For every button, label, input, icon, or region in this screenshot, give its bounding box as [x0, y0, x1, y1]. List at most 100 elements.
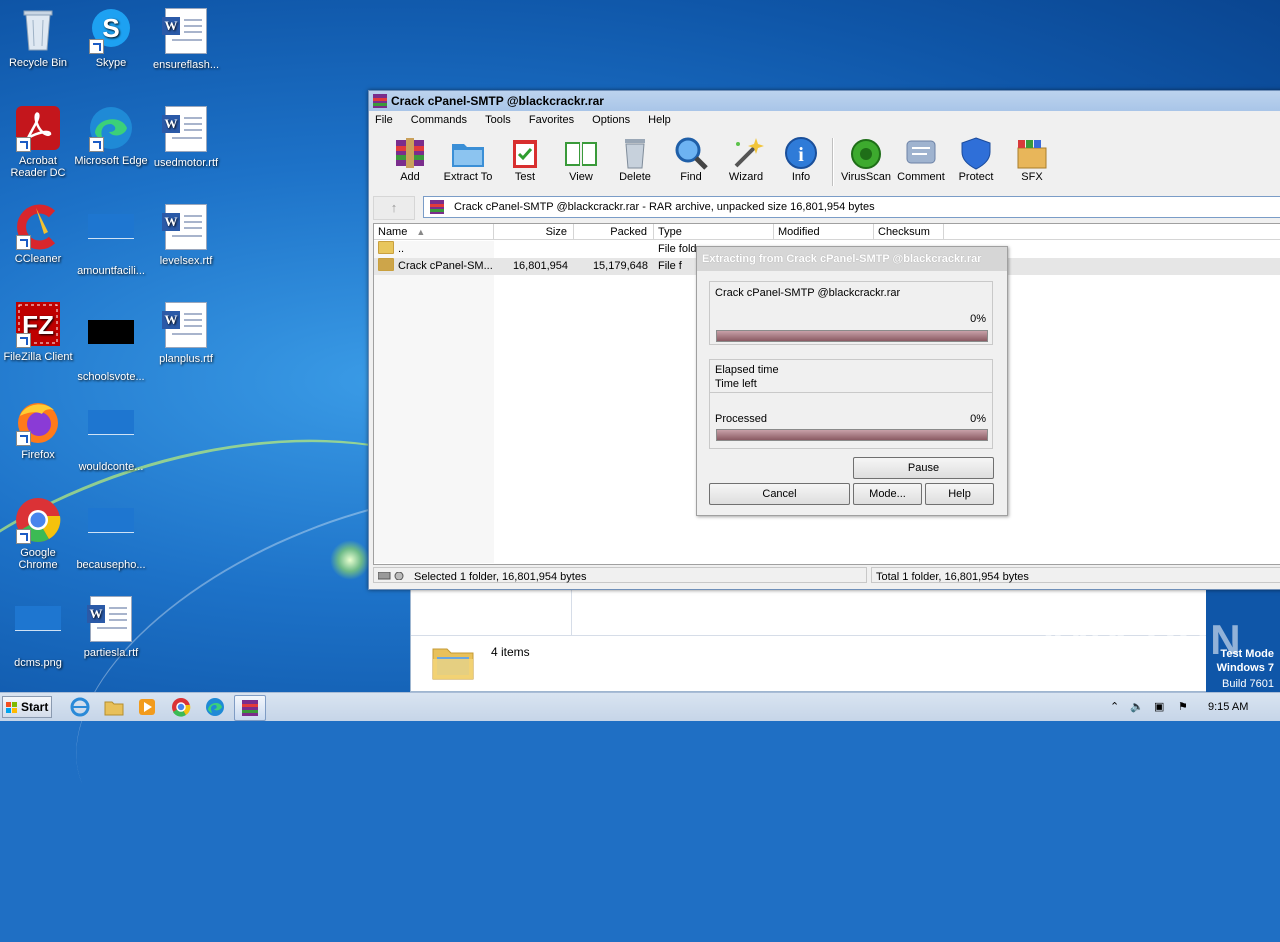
word-doc-icon: W — [87, 596, 135, 644]
clock[interactable]: 9:15 AM — [1208, 693, 1248, 721]
extract-progress-dialog: Extracting from Crack cPanel-SMTP @black… — [696, 246, 1008, 516]
shortcut-arrow-icon — [89, 137, 104, 152]
explorer-folder-icon[interactable] — [104, 697, 124, 717]
column-header-type[interactable]: Type — [654, 224, 774, 240]
toolbar-label: Extract To — [443, 171, 493, 183]
desktop-icon-label: amountfacili... — [77, 265, 145, 277]
window-title: Crack cPanel-SMTP @blackcrackr.rar — [391, 94, 604, 108]
desktop-icon-chrome[interactable]: Google Chrome — [0, 496, 76, 571]
desktop-icon-label: Google Chrome — [18, 547, 58, 571]
desktop-icon-filezilla[interactable]: FZ FileZilla Client — [0, 300, 76, 363]
folder-icon — [378, 258, 394, 271]
toolbar-view-button[interactable]: View — [553, 136, 609, 183]
extract-folder-icon — [450, 136, 486, 170]
desktop-icon-becausepho[interactable]: becausepho... — [73, 496, 149, 571]
chrome-taskbar-icon[interactable] — [171, 697, 191, 717]
column-label: Name — [378, 226, 408, 238]
word-doc-icon: W — [162, 302, 210, 350]
help-button[interactable]: Help — [925, 483, 994, 505]
action-center-flag-icon[interactable]: ⚑ — [1178, 693, 1188, 721]
desktop-icon-label: CCleaner — [14, 253, 62, 265]
up-folder-button[interactable]: ↑ — [373, 196, 415, 220]
column-header-size[interactable]: Size — [494, 224, 574, 240]
status-left: Selected 1 folder, 16,801,954 bytes — [373, 567, 867, 583]
firefox-icon — [14, 398, 62, 446]
filezilla-icon: FZ — [14, 300, 62, 348]
menu-options[interactable]: Options — [590, 114, 632, 126]
toolbar-protect-button[interactable]: Protect — [948, 136, 1004, 183]
toolbar-add-button[interactable]: Add — [382, 136, 438, 183]
toolbar-label: Wizard — [728, 171, 764, 183]
network-icon[interactable]: ▣ — [1154, 693, 1164, 721]
desktop-icon-schoolsvote[interactable]: schoolsvote... — [73, 300, 149, 383]
status-right-text: Total 1 folder, 16,801,954 bytes — [876, 571, 1029, 583]
blank-file-icon — [87, 508, 135, 556]
file-progress-bar — [716, 330, 988, 342]
archive-path-text: Crack cPanel-SMTP @blackcrackr.rar - RAR… — [454, 201, 875, 213]
column-header-checksum[interactable]: Checksum — [874, 224, 944, 240]
menu-favorites[interactable]: Favorites — [527, 114, 576, 126]
desktop-icon-amountfacili[interactable]: amountfacili... — [73, 202, 149, 277]
toolbar-comment-button[interactable]: Comment — [893, 136, 949, 183]
volume-icon[interactable]: 🔈 — [1130, 693, 1144, 721]
desktop-icon-label: becausepho... — [76, 559, 146, 571]
desktop-icon-partiesla[interactable]: W partiesla.rtf — [73, 594, 149, 659]
start-button[interactable]: Start — [2, 696, 52, 718]
toolbar-extract-button[interactable]: Extract To — [440, 136, 496, 183]
black-image-icon — [87, 320, 135, 368]
desktop-icon-levelsex[interactable]: W levelsex.rtf — [148, 202, 224, 267]
dialog-titlebar[interactable]: Extracting from Crack cPanel-SMTP @black… — [697, 247, 1007, 271]
word-doc-icon: W — [162, 204, 210, 252]
archive-path-field[interactable]: Crack cPanel-SMTP @blackcrackr.rar - RAR… — [423, 196, 1280, 218]
toolbar-test-button[interactable]: Test — [497, 136, 553, 183]
shortcut-arrow-icon — [16, 333, 31, 348]
menu-file[interactable]: File — [373, 114, 395, 126]
toolbar-info-button[interactable]: i Info — [773, 136, 829, 183]
toolbar-sfx-button[interactable]: SFX — [1004, 136, 1060, 183]
desktop-icon-skype[interactable]: S Skype — [73, 6, 149, 69]
desktop-icon-label: Recycle Bin — [8, 57, 68, 69]
desktop-icon-firefox[interactable]: Firefox — [0, 398, 76, 461]
desktop-icon-usedmotor[interactable]: W usedmotor.rtf — [148, 104, 224, 169]
ie-icon[interactable] — [70, 697, 90, 717]
edge-taskbar-icon[interactable] — [205, 697, 225, 717]
file-progress-group: Crack cPanel-SMTP @blackcrackr.rar 0% — [709, 281, 993, 345]
edge-icon — [87, 104, 135, 152]
toolbar-virusscan-button[interactable]: VirusScan — [838, 136, 894, 183]
menu-help[interactable]: Help — [646, 114, 673, 126]
tray-expand-icon[interactable]: ⌃ — [1110, 693, 1119, 721]
desktop-icon-acrobat[interactable]: Acrobat Reader DC — [0, 104, 76, 179]
desktop-icon-dcms[interactable]: dcms.png — [0, 594, 76, 669]
column-header-name[interactable]: Name ▲ — [374, 224, 494, 240]
shortcut-arrow-icon — [89, 39, 104, 54]
media-player-icon[interactable] — [137, 697, 157, 717]
desktop-icon-planplus[interactable]: W planplus.rtf — [148, 300, 224, 365]
desktop-icon-label: partiesla.rtf — [83, 647, 139, 659]
toolbar-wizard-button[interactable]: Wizard — [718, 136, 774, 183]
cancel-button[interactable]: Cancel — [709, 483, 850, 505]
desktop-icon-wouldconte[interactable]: wouldconte... — [73, 398, 149, 473]
winrar-titlebar[interactable]: Crack cPanel-SMTP @blackcrackr.rar — [369, 91, 1280, 111]
column-header-packed[interactable]: Packed — [574, 224, 654, 240]
desktop-icon-ensureflash[interactable]: W ensureflash... — [148, 6, 224, 71]
comment-icon — [903, 136, 939, 170]
menu-commands[interactable]: Commands — [409, 114, 469, 126]
toolbar-find-button[interactable]: Find — [663, 136, 719, 183]
toolbar-delete-button[interactable]: Delete — [607, 136, 663, 183]
mode-button[interactable]: Mode... — [853, 483, 922, 505]
pause-button[interactable]: Pause — [853, 457, 994, 479]
desktop-icon-ccleaner[interactable]: CCleaner — [0, 202, 76, 265]
archive-icon — [430, 200, 444, 214]
winrar-taskbar-button[interactable] — [234, 695, 266, 721]
status-bar: Selected 1 folder, 16,801,954 bytes Tota… — [373, 567, 1280, 585]
menu-tools[interactable]: Tools — [483, 114, 513, 126]
current-filename: Crack cPanel-SMTP @blackcrackr.rar — [715, 287, 901, 299]
test-mode-line3: Build 7601 — [1222, 678, 1274, 690]
column-header-modified[interactable]: Modified — [774, 224, 874, 240]
explorer-item-count: 4 items — [491, 645, 530, 659]
desktop-icon-edge[interactable]: Microsoft Edge — [73, 104, 149, 167]
desktop-icon-label: Acrobat Reader DC — [10, 155, 66, 179]
shortcut-arrow-icon — [16, 431, 31, 446]
desktop-icon-recycle-bin[interactable]: Recycle Bin — [0, 6, 76, 69]
winrar-taskbar-icon — [242, 700, 258, 716]
